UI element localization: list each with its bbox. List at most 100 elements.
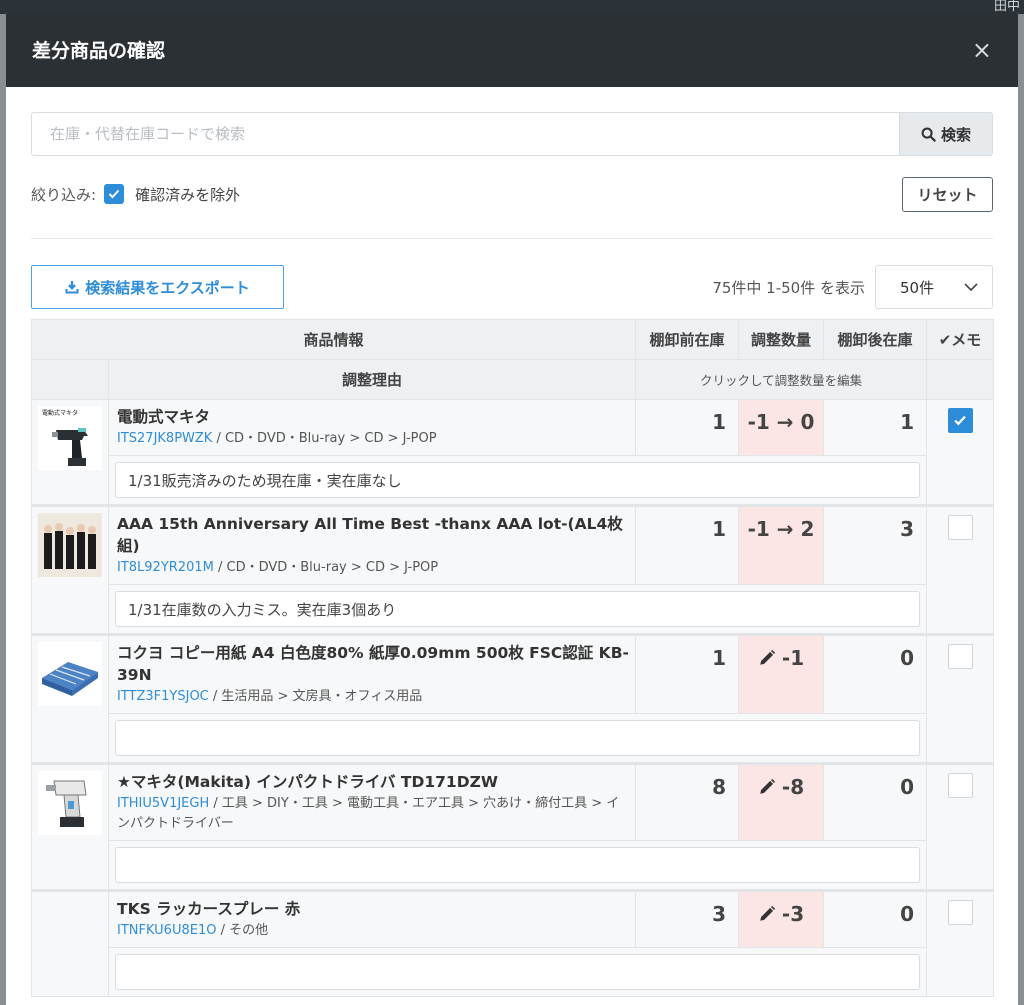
product-thumbnail-cell xyxy=(31,762,109,891)
exclude-confirmed-checkbox[interactable] xyxy=(104,184,125,204)
confirm-checkbox[interactable] xyxy=(947,515,973,540)
product-category: ITTZ3F1YSJOC / 生活用品 > 文房具・オフィス用品 xyxy=(117,687,629,707)
table-row: AAA 15th Anniversary All Time Best -than… xyxy=(31,504,995,635)
check-icon xyxy=(108,189,120,199)
category-path: / CD・DVD・Blu-ray > CD > J-POP xyxy=(213,560,439,575)
check-icon xyxy=(954,415,966,426)
header-reason: 調整理由 xyxy=(107,359,637,400)
header-memo: ✔メモ xyxy=(926,319,995,360)
search-input[interactable] xyxy=(31,112,899,156)
header-edit-hint: クリックして調整数量を編集 xyxy=(635,359,928,400)
product-thumbnail: 電動式マキタ xyxy=(38,406,102,470)
table-row-reason xyxy=(32,840,994,891)
header-empty-memo xyxy=(926,359,995,400)
per-page-select[interactable]: 50件 xyxy=(875,265,993,309)
modal-header: 差分商品の確認 × xyxy=(6,12,1018,87)
product-info-cell: ★マキタ(Makita) インパクトドライバ TD171DZW ITHIU5V1J… xyxy=(107,762,637,841)
pencil-icon xyxy=(760,649,776,665)
product-category: ITHIU5V1JEGH / 工具 > DIY・工具 > 電動工具・エア工具 >… xyxy=(117,794,629,834)
divider xyxy=(31,238,993,239)
reason-cell xyxy=(107,947,928,997)
modal-body: 検索 絞り込み: 確認済みを除外 リセット 検索結果をエクスポート 75件中 1… xyxy=(30,112,995,997)
table-row-reason xyxy=(32,713,994,764)
memo-cell xyxy=(926,889,995,997)
adjust-qty: -1 → 2 xyxy=(747,517,815,541)
before-stock: 1 xyxy=(635,633,740,714)
export-button[interactable]: 検索結果をエクスポート xyxy=(31,265,284,309)
modal-title: 差分商品の確認 xyxy=(32,40,166,62)
reason-cell xyxy=(107,840,928,891)
product-name: ★マキタ(Makita) インパクトドライバ TD171DZW xyxy=(117,773,498,791)
after-stock: 0 xyxy=(823,633,928,714)
confirm-checkbox[interactable] xyxy=(947,900,973,925)
table-row: ★マキタ(Makita) インパクトドライバ TD171DZW ITHIU5V1J… xyxy=(31,762,995,891)
table-row: 電動式マキタ 電動式マキタ ITS27JK8PWZK / CD・DVD・Blu-ra… xyxy=(31,399,995,506)
adjust-qty-cell[interactable]: -1 xyxy=(738,633,825,714)
header-empty xyxy=(31,359,109,400)
table-row-reason: 1/31在庫数の入力ミス。実在庫3個あり xyxy=(32,584,994,635)
reason-cell xyxy=(107,713,928,764)
product-info-cell: 電動式マキタ ITS27JK8PWZK / CD・DVD・Blu-ray > CD… xyxy=(107,399,637,456)
exclude-confirmed-label[interactable]: 確認済みを除外 xyxy=(135,184,240,205)
product-thumbnail-cell: 電動式マキタ xyxy=(31,399,109,506)
product-category: ITNFKU6U8E1O / その他 xyxy=(117,921,629,941)
product-code-link[interactable]: ITTZ3F1YSJOC xyxy=(117,689,209,704)
diff-products-table: 商品情報 棚卸前在庫 調整数量 棚卸後在庫 ✔メモ 調整理由 クリックして調整数… xyxy=(30,319,995,997)
adjust-qty-cell[interactable]: -8 xyxy=(738,762,825,841)
product-thumbnail xyxy=(38,513,102,577)
adjust-qty-cell[interactable]: -1 → 2 xyxy=(738,504,825,585)
product-thumbnail xyxy=(38,771,102,835)
before-stock: 3 xyxy=(635,889,740,948)
memo-cell xyxy=(926,762,995,891)
reason-input[interactable] xyxy=(115,954,921,990)
filter-row: 絞り込み: 確認済みを除外 リセット xyxy=(31,176,993,212)
category-path: / CD・DVD・Blu-ray > CD > J-POP xyxy=(212,431,437,446)
adjust-qty: -1 xyxy=(781,646,805,670)
product-code-link[interactable]: ITHIU5V1JEGH xyxy=(117,796,209,811)
product-category: ITS27JK8PWZK / CD・DVD・Blu-ray > CD > J-P… xyxy=(117,429,629,449)
search-button-label: 検索 xyxy=(940,125,971,144)
adjust-qty-cell[interactable]: -1 → 0 xyxy=(738,399,825,456)
search-icon xyxy=(921,127,936,142)
product-info-cell: AAA 15th Anniversary All Time Best -than… xyxy=(107,504,637,585)
search-row: 検索 xyxy=(31,112,993,156)
download-icon xyxy=(65,281,79,294)
product-code-link[interactable]: ITS27JK8PWZK xyxy=(117,431,212,446)
product-info-cell: TKS ラッカースプレー 赤 ITNFKU6U8E1O / その他 xyxy=(107,889,637,948)
adjust-qty: -1 → 0 xyxy=(747,410,815,434)
product-code-link[interactable]: ITNFKU6U8E1O xyxy=(117,923,216,938)
svg-text:電動式マキタ: 電動式マキタ xyxy=(42,409,78,417)
before-stock: 8 xyxy=(635,762,740,841)
reason-input[interactable]: 1/31在庫数の入力ミス。実在庫3個あり xyxy=(115,591,921,627)
pencil-icon xyxy=(760,905,776,921)
header-after-stock: 棚卸後在庫 xyxy=(823,319,928,360)
result-count: 75件中 1-50件 を表示 xyxy=(712,278,865,297)
product-code-link[interactable]: IT8L92YR201M xyxy=(117,560,214,575)
before-stock: 1 xyxy=(635,504,740,585)
adjust-qty-cell[interactable]: -3 xyxy=(738,889,825,948)
header-before-stock: 棚卸前在庫 xyxy=(635,319,740,360)
category-path: / その他 xyxy=(216,923,269,938)
chevron-down-icon xyxy=(964,283,978,291)
reset-button[interactable]: リセット xyxy=(902,176,993,212)
confirm-checkbox[interactable] xyxy=(947,644,973,669)
after-stock: 0 xyxy=(823,889,928,948)
after-stock: 0 xyxy=(823,762,928,841)
product-info-cell: コクヨ コピー用紙 A4 白色度80% 紙厚0.09mm 500枚 FSC認証 … xyxy=(107,633,637,714)
confirm-checkbox[interactable] xyxy=(947,773,973,798)
reason-cell: 1/31在庫数の入力ミス。実在庫3個あり xyxy=(107,584,928,635)
filter-label: 絞り込み: xyxy=(31,185,97,204)
search-button[interactable]: 検索 xyxy=(899,112,993,156)
after-stock: 1 xyxy=(823,399,928,456)
export-button-label: 検索結果をエクスポート xyxy=(85,278,250,297)
close-icon[interactable]: × xyxy=(972,38,992,62)
reason-input[interactable] xyxy=(115,720,921,756)
category-path: / 生活用品 > 文房具・オフィス用品 xyxy=(208,689,423,704)
before-stock: 1 xyxy=(635,399,740,456)
table-row: コクヨ コピー用紙 A4 白色度80% 紙厚0.09mm 500枚 FSC認証 … xyxy=(31,633,995,764)
confirm-checkbox[interactable] xyxy=(947,408,973,433)
reason-input[interactable]: 1/31販売済みのため現在庫・実在庫なし xyxy=(115,462,921,498)
after-stock: 3 xyxy=(823,504,928,585)
reason-input[interactable] xyxy=(115,847,921,883)
memo-cell xyxy=(926,399,995,506)
